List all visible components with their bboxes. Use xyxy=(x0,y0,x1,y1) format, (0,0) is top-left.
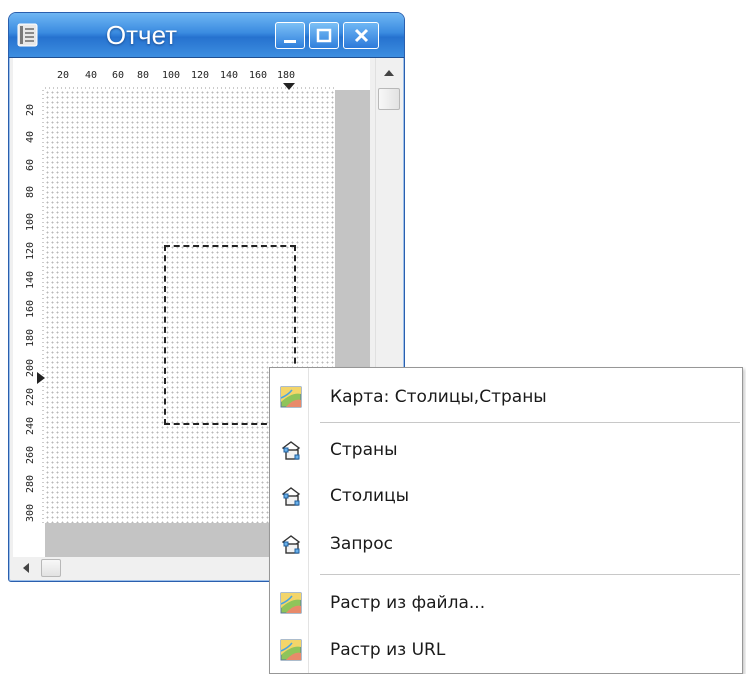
ruler-tick: 60 xyxy=(112,70,125,81)
menu-item-label: Страны xyxy=(330,440,398,460)
menu-item-raster-from-file[interactable]: Растр из файла... xyxy=(270,582,742,624)
menu-item-map[interactable]: Карта: Столицы,Страны xyxy=(270,376,742,418)
ruler-tick: 180 xyxy=(277,70,296,81)
raster-map-icon xyxy=(280,592,302,614)
ruler-tick: 180 xyxy=(25,328,36,347)
ruler-tick: 240 xyxy=(25,416,36,435)
ruler-tick: 140 xyxy=(25,270,36,289)
menu-item-capitals[interactable]: Столицы xyxy=(270,475,742,517)
vertical-ruler: 20 40 60 80 100 120 140 160 180 200 220 … xyxy=(13,90,45,563)
menu-item-label: Запрос xyxy=(330,534,393,554)
raster-map-icon xyxy=(280,386,302,408)
ruler-tick: 80 xyxy=(137,70,150,81)
close-button[interactable] xyxy=(343,22,379,49)
menu-item-label: Карта: Столицы,Страны xyxy=(330,387,547,407)
maximize-button[interactable] xyxy=(309,22,339,49)
layer-icon xyxy=(280,439,302,461)
ruler-tick: 160 xyxy=(25,299,36,318)
scroll-left-arrow-icon[interactable] xyxy=(15,557,37,579)
ruler-tick: 100 xyxy=(25,212,36,231)
ruler-tick: 120 xyxy=(191,70,210,81)
window-title: Отчет xyxy=(105,20,178,50)
menu-separator xyxy=(320,422,740,423)
ruler-tick: 120 xyxy=(25,241,36,260)
ruler-tick: 200 xyxy=(25,358,36,377)
ruler-tick: 260 xyxy=(25,445,36,464)
ruler-tick: 280 xyxy=(25,474,36,493)
ruler-tick: 140 xyxy=(220,70,239,81)
horizontal-scroll-thumb[interactable] xyxy=(41,559,61,577)
layer-icon xyxy=(280,533,302,555)
maximize-icon xyxy=(316,28,332,43)
layer-icon xyxy=(280,485,302,507)
raster-map-icon xyxy=(280,639,302,661)
menu-item-label: Растр из URL xyxy=(330,640,446,660)
ruler-tick: 80 xyxy=(25,185,36,198)
ruler-tick: 160 xyxy=(249,70,268,81)
close-icon xyxy=(354,28,369,43)
minimize-icon xyxy=(284,40,296,43)
vertical-scroll-thumb[interactable] xyxy=(378,88,400,110)
ruler-tick: 300 xyxy=(25,503,36,522)
menu-item-label: Столицы xyxy=(330,486,410,506)
menu-item-raster-from-url[interactable]: Растр из URL xyxy=(270,629,742,671)
menu-item-query[interactable]: Запрос xyxy=(270,523,742,565)
ruler-tick: 220 xyxy=(25,387,36,406)
menu-item-label: Растр из файла... xyxy=(330,593,486,613)
minimize-button[interactable] xyxy=(275,22,305,49)
ruler-tick: 40 xyxy=(25,130,36,143)
scroll-up-arrow-icon[interactable] xyxy=(376,62,402,84)
horizontal-ruler: 20 40 60 80 100 120 140 160 180 xyxy=(13,58,370,90)
ruler-tick: 20 xyxy=(57,70,70,81)
ruler-marker-icon xyxy=(283,83,295,90)
ruler-marker-icon xyxy=(37,372,45,384)
ruler-tick: 100 xyxy=(162,70,181,81)
ruler-tick: 40 xyxy=(85,70,98,81)
menu-separator xyxy=(320,574,740,575)
ruler-tick: 20 xyxy=(25,103,36,116)
menu-item-countries[interactable]: Страны xyxy=(270,429,742,471)
context-menu: Карта: Столицы,Страны Страны Столицы Зап… xyxy=(269,367,743,674)
ruler-tick: 60 xyxy=(25,158,36,171)
title-bar[interactable]: Отчет xyxy=(9,13,404,58)
